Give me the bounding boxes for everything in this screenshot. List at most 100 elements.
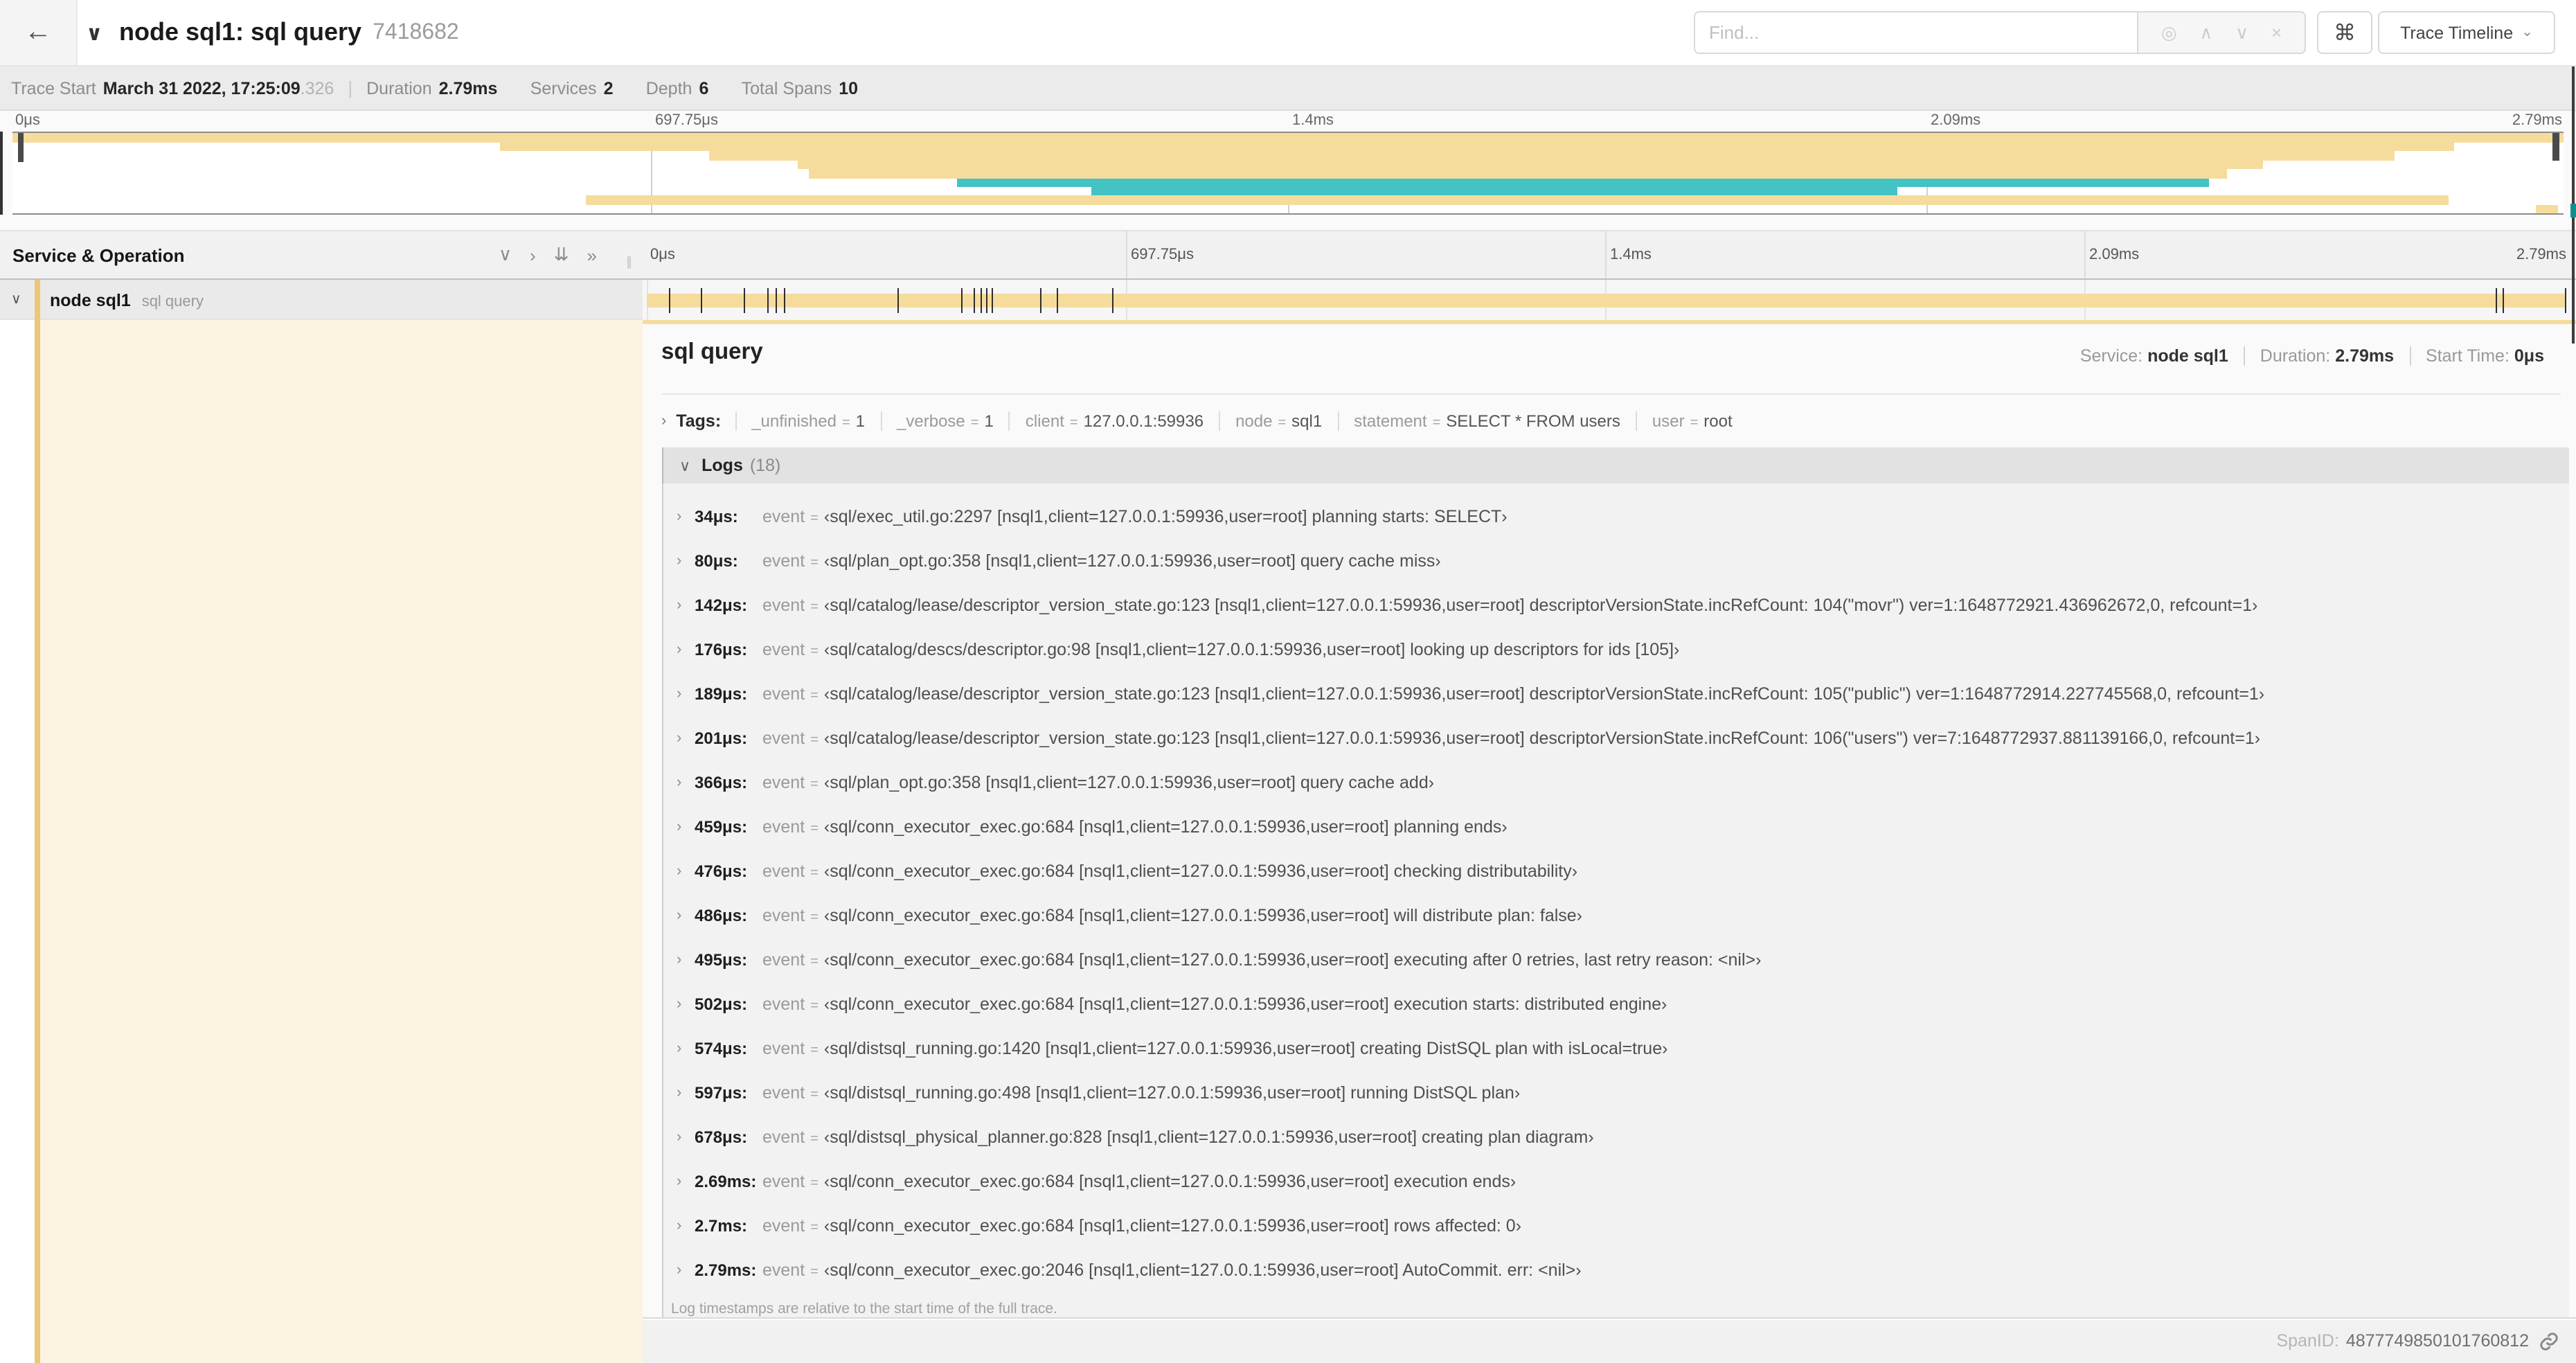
log-row[interactable]: › 189μs: event = ‹sql/catalog/lease/descri… — [663, 672, 2569, 716]
log-tick-marker — [1040, 287, 1042, 313]
log-tick-marker — [1056, 287, 1058, 313]
log-row[interactable]: › 34μs: event = ‹sql/exec_util.go:2297 [ns… — [663, 495, 2569, 539]
logs-accordion-header[interactable]: ∨ Logs (18) — [661, 447, 2569, 483]
log-row[interactable]: › 2.7ms: event = ‹sql/conn_executor_exec.g… — [663, 1204, 2569, 1248]
log-row[interactable]: › 366μs: event = ‹sql/plan_opt.go:358 [nsq… — [663, 760, 2569, 805]
collapse-one-icon[interactable]: ∨ — [499, 244, 512, 266]
trace-timeline-page: ← ∨ node sql1: sql query 7418682 ◎ ∧ ∨ ×… — [0, 0, 2576, 1363]
span-detail-title: sql query — [661, 339, 763, 364]
service-name-text: node sql1 — [50, 291, 131, 310]
minimap-span-bar — [808, 169, 2227, 179]
span-id-value: 4877749850101760812 — [2345, 1331, 2529, 1351]
log-row[interactable]: › 176μs: event = ‹sql/catalog/descs/descri… — [663, 627, 2569, 672]
ruler-tick-label: 2.79ms — [2516, 247, 2566, 263]
timeline-header-band: Service & Operation ∨ › ⇊ » ∥ 0μs 697.75… — [0, 230, 2576, 280]
minimap-left-scrubber[interactable] — [18, 133, 24, 162]
log-row[interactable]: › 597μs: event = ‹sql/distsql_running.go:4… — [663, 1071, 2569, 1115]
tag-item: node = sql1 — [1219, 411, 1337, 431]
minimap-canvas[interactable] — [12, 132, 2564, 215]
log-row[interactable]: › 486μs: event = ‹sql/conn_executor_exec.g… — [663, 893, 2569, 938]
expand-all-icon[interactable]: » — [587, 244, 597, 265]
span-meta-item: Duration: 2.79ms — [2243, 346, 2409, 366]
minimap-left-edge-marker — [0, 132, 3, 215]
find-input[interactable] — [1694, 11, 2138, 54]
span-row-name-cell[interactable]: ∨ node sql1 sql query — [0, 280, 642, 320]
minimap-span-bar — [586, 195, 2449, 205]
timeline-ruler: 0μs 697.75μs 1.4ms 2.09ms 2.79ms — [642, 231, 2576, 278]
log-message: event = ‹sql/conn_executor_exec.go:684 [ns… — [762, 862, 1578, 881]
log-row[interactable]: › 574μs: event = ‹sql/distsql_running.go:1… — [663, 1026, 2569, 1071]
collapse-all-icon[interactable]: ⇊ — [554, 244, 569, 266]
log-timestamp: 366μs: — [695, 773, 748, 792]
view-selector-label: Trace Timeline — [2400, 23, 2514, 42]
ruler-gridline — [1125, 231, 1127, 278]
column-resizer-grip[interactable]: ∥ — [626, 255, 634, 270]
chevron-right-icon: › — [661, 413, 667, 429]
minimap-tick-label: 2.79ms — [2512, 112, 2562, 129]
log-timestamp: 486μs: — [695, 906, 748, 925]
trace-start-ms: .326 — [300, 78, 334, 98]
span-id-label: SpanID: — [2276, 1331, 2339, 1351]
view-selector-button[interactable]: Trace Timeline ⌄ — [2378, 11, 2555, 54]
locate-icon[interactable]: ◎ — [2161, 21, 2177, 44]
ruler-tick-label: 0μs — [650, 247, 675, 263]
minimap-span-bar — [956, 178, 2209, 187]
log-message: event = ‹sql/distsql_running.go:498 [nsql1… — [762, 1083, 1521, 1103]
log-timestamp: 597μs: — [695, 1083, 748, 1103]
log-tick-marker — [986, 287, 988, 313]
chevron-right-icon: › — [677, 641, 682, 658]
log-row[interactable]: › 476μs: event = ‹sql/conn_executor_exec.g… — [663, 849, 2569, 893]
log-row[interactable]: › 678μs: event = ‹sql/distsql_physical_pla… — [663, 1115, 2569, 1159]
span-duration-bar[interactable] — [646, 294, 2564, 307]
logs-footnote: Log timestamps are relative to the start… — [671, 1301, 1057, 1317]
log-timestamp: 2.79ms: — [695, 1260, 757, 1280]
find-clear-icon[interactable]: × — [2271, 22, 2282, 43]
logs-count: (18) — [749, 456, 781, 475]
duration-label: Duration — [366, 78, 432, 98]
log-message: event = ‹sql/plan_opt.go:358 [nsql1,client… — [762, 773, 1435, 792]
minimap-span-bar — [2535, 204, 2559, 213]
log-message: event = ‹sql/catalog/lease/descriptor_vers… — [762, 684, 2265, 704]
minimap-right-scrubber[interactable] — [2552, 133, 2559, 161]
log-tick-marker — [973, 287, 975, 313]
log-message: event = ‹sql/conn_executor_exec.go:684 [ns… — [762, 1172, 1517, 1191]
link-icon[interactable] — [2539, 1331, 2559, 1352]
log-row[interactable]: › 502μs: event = ‹sql/conn_executor_exec.g… — [663, 982, 2569, 1026]
chevron-right-icon: › — [677, 686, 682, 702]
trace-summary-bar: Trace Start March 31 2022, 17:25:09 .326… — [0, 66, 2576, 111]
ruler-tick-label: 1.4ms — [1610, 247, 1652, 263]
back-button[interactable]: ← — [0, 0, 78, 65]
keyboard-shortcuts-button[interactable]: ⌘ — [2317, 11, 2372, 54]
tag-item: statement = SELECT * FROM users — [1337, 411, 1636, 431]
log-message: event = ‹sql/plan_opt.go:358 [nsql1,client… — [762, 551, 1441, 571]
log-row[interactable]: › 2.79ms: event = ‹sql/conn_executor_exec.… — [663, 1248, 2569, 1292]
ruler-tick-label: 2.09ms — [2089, 247, 2140, 263]
log-tick-marker — [767, 287, 769, 313]
log-row[interactable]: › 201μs: event = ‹sql/catalog/lease/descri… — [663, 716, 2569, 760]
log-tick-marker — [961, 287, 963, 313]
log-tick-marker — [2495, 287, 2497, 313]
log-row[interactable]: › 495μs: event = ‹sql/conn_executor_exec.g… — [663, 938, 2569, 982]
log-row[interactable]: › 80μs: event = ‹sql/plan_opt.go:358 [nsql… — [663, 539, 2569, 583]
detail-row-name-column — [0, 320, 642, 1363]
tags-row[interactable]: › Tags: _unfinished = 1 _verbose = 1 client = 12… — [661, 407, 1748, 435]
trace-minimap: 0μs 697.75μs 1.4ms 2.09ms 2.79ms — [0, 111, 2576, 230]
log-message: event = ‹sql/distsql_physical_planner.go:8… — [762, 1128, 1594, 1147]
log-timestamp: 459μs: — [695, 817, 748, 837]
log-row[interactable]: › 2.69ms: event = ‹sql/conn_executor_exec.… — [663, 1159, 2569, 1204]
find-prev-icon[interactable]: ∧ — [2199, 21, 2212, 44]
span-collapse-icon[interactable]: ∨ — [11, 280, 21, 320]
depth-value: 6 — [699, 78, 709, 98]
trace-start-label: Trace Start — [11, 78, 96, 98]
span-operation-name: sql query — [141, 294, 204, 310]
ruler-gridline — [1605, 231, 1607, 278]
log-tick-marker — [784, 287, 786, 313]
find-next-icon[interactable]: ∨ — [2235, 21, 2248, 44]
log-row[interactable]: › 142μs: event = ‹sql/catalog/lease/descri… — [663, 583, 2569, 627]
trace-collapse-icon[interactable]: ∨ — [86, 0, 102, 65]
log-timestamp: 2.69ms: — [695, 1172, 757, 1191]
expand-one-icon[interactable]: › — [530, 244, 536, 265]
log-row[interactable]: › 459μs: event = ‹sql/conn_executor_exec.g… — [663, 805, 2569, 849]
log-tick-marker — [2564, 287, 2566, 313]
logs-label: Logs — [701, 456, 743, 475]
